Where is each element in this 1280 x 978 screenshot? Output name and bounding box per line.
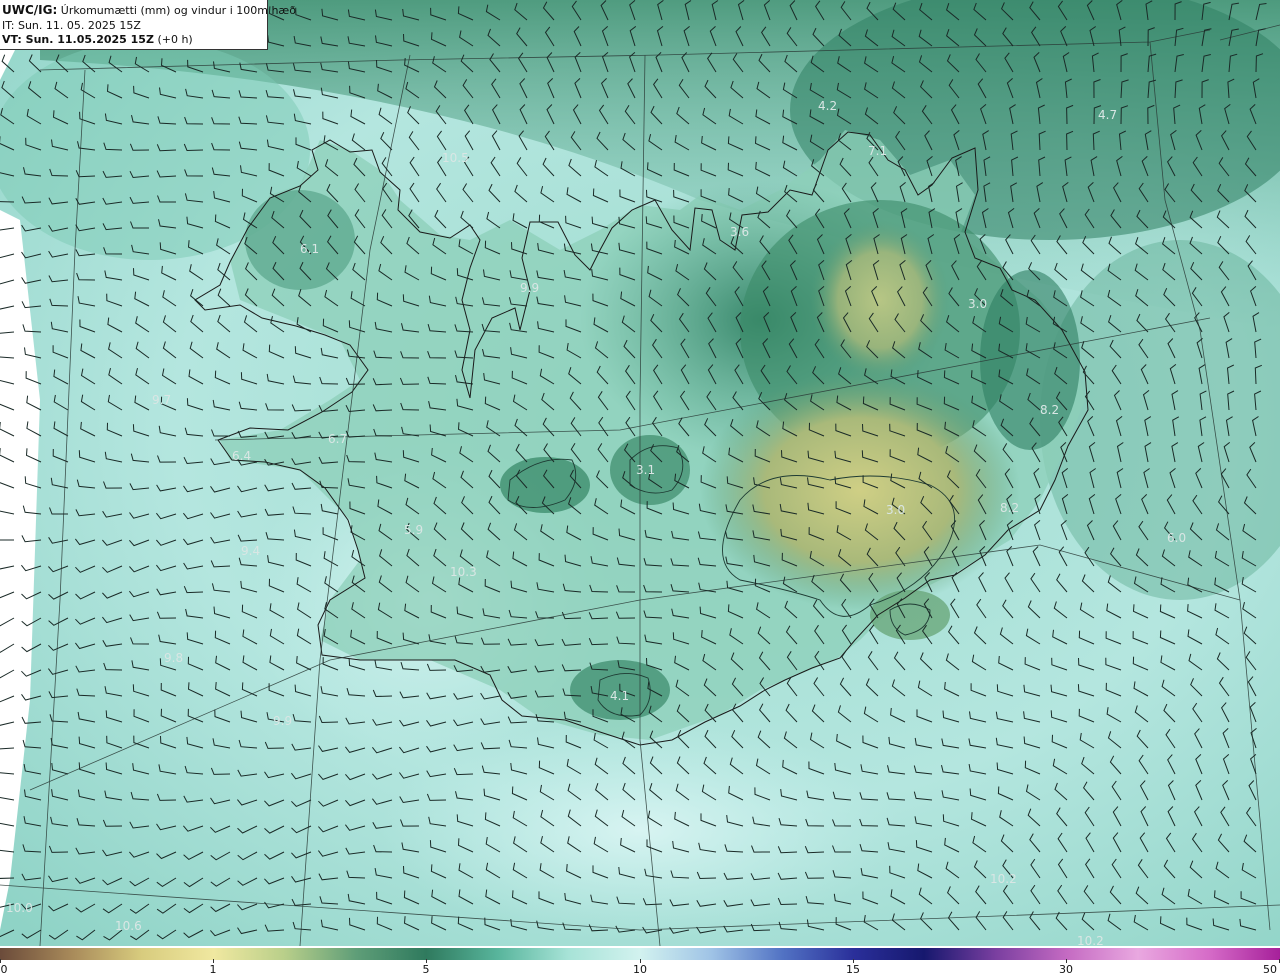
value-label: 6.7	[328, 432, 347, 446]
wind-barb	[0, 747, 15, 750]
value-label: 10.6	[115, 919, 142, 933]
map-header: UWC/IG: Úrkomumætti (mm) og vindur i 100…	[0, 0, 296, 50]
wind-barb	[0, 379, 15, 385]
wind-barb	[0, 669, 15, 679]
wind-barb	[0, 305, 15, 310]
value-label: 10.2	[1077, 934, 1104, 946]
wind-barb	[0, 695, 15, 703]
colorbar: 0 1 5 10 15 30 50	[0, 946, 1280, 978]
precipitation-wind-map: 4.2 4.7 7.1 10.5 3.6 6.1 9.9 3.0 9.7 8.2…	[0, 0, 1280, 946]
value-label: 9.8	[164, 651, 183, 665]
value-label: 9.9	[520, 281, 539, 295]
colorbar-tick-label: 0	[0, 963, 8, 976]
valid-offset: (+0 h)	[157, 33, 193, 46]
value-label: 10.3	[450, 565, 477, 579]
wind-barb	[0, 403, 15, 411]
wind-barb	[0, 772, 15, 775]
wind-barb	[26, 395, 42, 411]
title-row: UWC/IG: Úrkomumætti (mm) og vindur i 100…	[2, 3, 296, 19]
value-label: 4.2	[818, 99, 837, 113]
wind-barb	[0, 253, 15, 259]
valid-time-row: VT: Sun. 11.05.2025 15Z (+0 h)	[2, 33, 267, 48]
value-label: 4.7	[1098, 108, 1117, 122]
value-label: 10.2	[990, 872, 1017, 886]
value-label: 6.0	[1167, 531, 1186, 545]
value-label: 8.2	[1040, 403, 1059, 417]
wind-barb	[0, 421, 15, 437]
wind-barb	[0, 510, 15, 515]
value-label: 3.6	[730, 225, 749, 239]
wind-barb	[0, 539, 14, 541]
value-label: 10.0	[6, 901, 33, 915]
wind-barb	[0, 482, 15, 489]
value-label: 6.4	[232, 449, 251, 463]
colorbar-tick-label: 5	[422, 963, 430, 976]
wind-barb	[0, 356, 15, 359]
map-title: Úrkomumætti (mm) og vindur i 100m hæð	[60, 4, 296, 17]
wind-barb	[0, 721, 15, 726]
wind-barb	[0, 227, 15, 231]
value-label: 10.5	[442, 151, 469, 165]
value-label: 3.1	[636, 463, 655, 477]
wind-barb	[0, 591, 15, 599]
wind-barb	[0, 643, 15, 653]
colorbar-tick-label: 30	[1059, 963, 1073, 976]
value-label: 9.9	[273, 714, 292, 728]
value-label: 4.1	[610, 689, 629, 703]
colorbar-tick-label: 1	[209, 963, 217, 976]
wind-barb	[0, 279, 15, 285]
wind-barb	[0, 565, 15, 570]
wind-barb	[0, 822, 15, 827]
wind-barb	[0, 849, 15, 853]
value-label: 9.4	[241, 544, 260, 558]
init-time: IT: Sun. 11. 05. 2025 15Z	[2, 18, 141, 32]
value-label: 3.0	[968, 297, 987, 311]
valid-time: VT: Sun. 11.05.2025 15Z	[2, 33, 154, 46]
value-label: 5.9	[404, 523, 423, 537]
value-label: 3.0	[886, 503, 905, 517]
wind-barb	[0, 617, 15, 627]
wind-barb	[0, 448, 15, 463]
value-label: 8.2	[1000, 501, 1019, 515]
value-label: 7.1	[868, 144, 887, 158]
colorbar-tick-label: 15	[846, 963, 860, 976]
colorbar-tick-label: 50	[1263, 963, 1277, 976]
model-prefix: UWC/IG:	[2, 3, 58, 17]
value-label: 9.7	[152, 393, 171, 407]
value-label: 6.1	[300, 242, 319, 256]
colorbar-tick-label: 10	[633, 963, 647, 976]
wind-barb	[0, 331, 15, 334]
wind-barb	[0, 797, 15, 801]
